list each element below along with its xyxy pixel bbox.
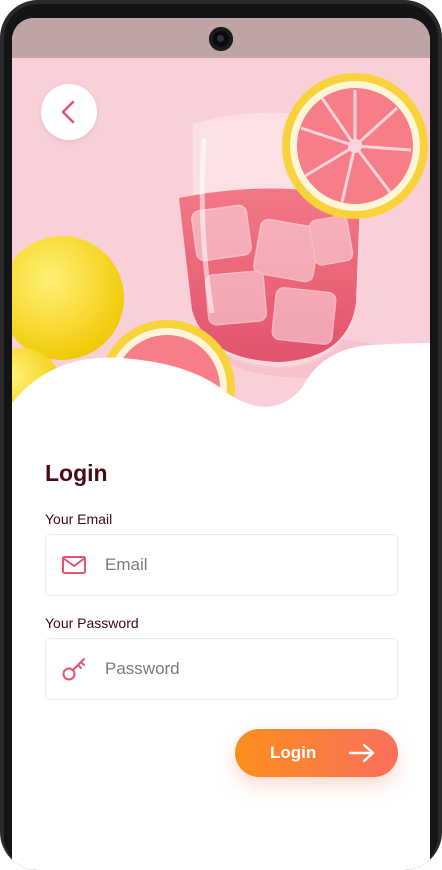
email-input[interactable] bbox=[103, 554, 377, 576]
key-icon bbox=[61, 656, 87, 682]
arrow-right-icon bbox=[348, 743, 378, 763]
email-field[interactable] bbox=[45, 534, 398, 596]
login-button[interactable]: Login bbox=[235, 729, 398, 777]
password-input[interactable] bbox=[103, 658, 377, 680]
app-screen: Login Your Email Your Password bbox=[12, 18, 430, 870]
status-bar bbox=[12, 18, 430, 58]
front-camera bbox=[209, 27, 233, 51]
password-field[interactable] bbox=[45, 638, 398, 700]
back-button[interactable] bbox=[41, 84, 97, 140]
mail-icon bbox=[61, 552, 87, 578]
phone-frame: Login Your Email Your Password bbox=[0, 0, 442, 870]
chevron-left-icon bbox=[61, 100, 75, 124]
login-form: Login Your Email Your Password bbox=[45, 458, 398, 700]
page-title: Login bbox=[45, 460, 108, 486]
login-button-label: Login bbox=[270, 743, 317, 762]
password-label: Your Password bbox=[45, 615, 139, 631]
email-label: Your Email bbox=[45, 511, 113, 527]
